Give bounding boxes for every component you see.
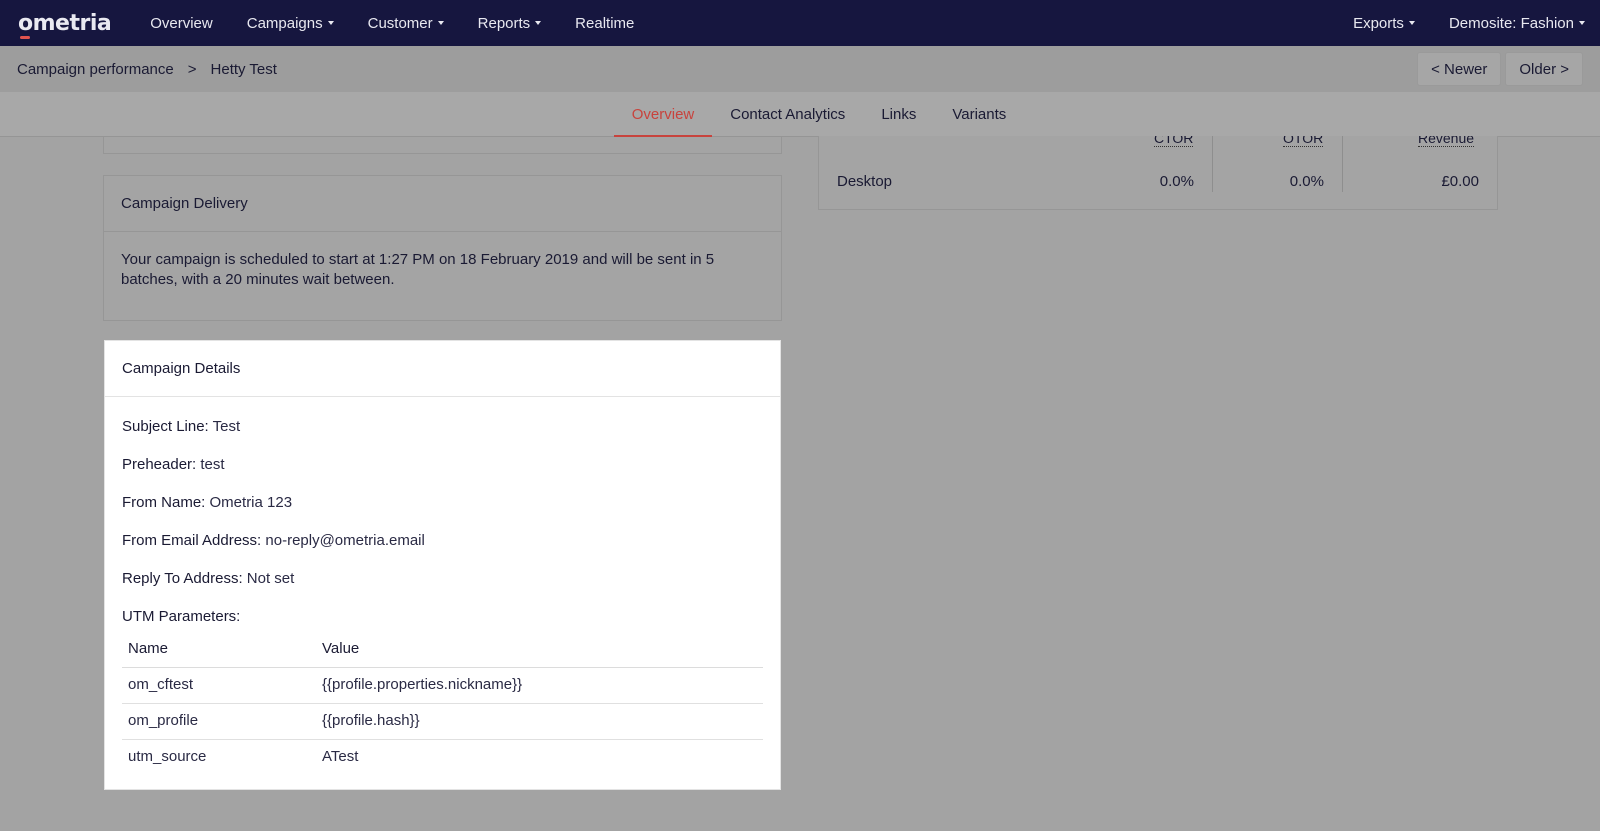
nav-exports-label: Exports [1353, 14, 1404, 32]
field-value: Test [212, 418, 241, 435]
panel-title: Campaign Details [105, 341, 780, 397]
subject-line-field: Subject Line: Test [122, 417, 763, 437]
utm-parameters-label: UTM Parameters: [122, 608, 241, 625]
older-button[interactable]: Older > [1505, 52, 1583, 86]
breadcrumb-parent-link[interactable]: Campaign performance [17, 61, 174, 78]
campaign-details-panel: Campaign Details Subject Line: Test Preh… [104, 340, 781, 790]
caret-down-icon [437, 21, 444, 25]
details-body: Subject Line: Test Preheader: test From … [105, 397, 780, 793]
panel-title: Campaign Delivery [104, 176, 781, 232]
ometria-logo[interactable]: ometria [18, 10, 112, 39]
from-name-field: From Name: Ometria 123 [122, 493, 763, 513]
utm-value: {{profile.properties.nickname}} [316, 667, 763, 704]
nav-campaigns[interactable]: Campaigns [230, 0, 351, 46]
logo-text: ometria [18, 10, 112, 36]
delivery-text: Your campaign is scheduled to start at 1… [121, 251, 715, 288]
utm-value: {{profile.hash}} [316, 703, 763, 740]
column-header-value: Value [316, 635, 763, 668]
field-value: test [200, 456, 225, 473]
breadcrumb-current: Hetty Test [210, 60, 277, 78]
logo-accent-mark [20, 35, 30, 39]
reply-to-field: Reply To Address: Not set [122, 569, 763, 589]
nav-customer[interactable]: Customer [351, 0, 461, 46]
caret-down-icon [535, 21, 542, 25]
utm-name: utm_source [128, 748, 207, 765]
nav-realtime[interactable]: Realtime [558, 0, 651, 46]
table-header-row: Name Value [122, 635, 763, 668]
column-divider [1212, 136, 1213, 192]
tab-variants[interactable]: Variants [934, 92, 1024, 136]
campaign-delivery-panel: Campaign Delivery Your campaign is sched… [103, 175, 782, 321]
stat-header-revenue: Revenue [1418, 136, 1475, 147]
nav-realtime-label: Realtime [575, 14, 635, 32]
utm-name: om_profile [122, 703, 316, 740]
utm-name: om_cftest [122, 667, 316, 704]
breadcrumb-separator: > [187, 60, 197, 78]
previous-panel-fragment [103, 137, 782, 154]
from-email-field: From Email Address: no-reply@ometria.ema… [122, 531, 763, 551]
utm-value: ATest [322, 748, 359, 765]
tab-overview[interactable]: Overview [613, 92, 713, 137]
field-label: Reply To Address: [122, 570, 243, 587]
field-label: Subject Line: [122, 418, 209, 435]
stat-otor-value: 0.0% [1289, 173, 1324, 190]
field-label: From Email Address: [122, 532, 262, 549]
column-header-name: Name [122, 635, 316, 668]
site-selector-label: Demosite: Fashion [1448, 14, 1574, 32]
site-selector[interactable]: Demosite: Fashion [1432, 0, 1585, 46]
nav-overview[interactable]: Overview [133, 0, 230, 46]
nav-right-group: Exports Demosite: Fashion [1336, 0, 1585, 46]
stat-header-ctor: CTOR [1154, 136, 1194, 147]
newer-button[interactable]: < Newer [1417, 52, 1502, 86]
preheader-field: Preheader: test [122, 455, 763, 475]
stat-ctor-value: 0.0% [1159, 173, 1194, 190]
field-label: Preheader: [122, 456, 197, 473]
stat-revenue-value: £0.00 [1441, 173, 1479, 190]
nav-campaigns-label: Campaigns [246, 14, 323, 32]
field-value: no-reply@ometria.email [265, 532, 425, 549]
nav-customer-label: Customer [367, 14, 433, 32]
table-row: utm_source ATest [122, 740, 763, 776]
stat-row-label: Desktop [837, 173, 893, 190]
nav-overview-label: Overview [150, 14, 213, 32]
nav-reports[interactable]: Reports [461, 0, 559, 46]
utm-table: Name Value om_cftest {{profile.propertie… [122, 635, 763, 775]
field-value: Ometria 123 [209, 494, 293, 511]
caret-down-icon [1579, 21, 1585, 25]
table-row: om_profile {{profile.hash}} [122, 703, 763, 740]
nav-reports-label: Reports [477, 14, 531, 32]
device-stats-panel: CTOR OTOR Revenue Desktop 0.0% 0.0% £0.0… [818, 136, 1498, 210]
column-divider [1342, 136, 1343, 192]
field-label: From Name: [122, 494, 206, 511]
stat-header-otor: OTOR [1283, 136, 1324, 147]
tab-links[interactable]: Links [863, 92, 934, 136]
caret-down-icon [327, 21, 334, 25]
nav-exports[interactable]: Exports [1336, 0, 1432, 46]
pager: < Newer Older > [1417, 52, 1583, 86]
tab-contact-analytics[interactable]: Contact Analytics [712, 92, 863, 136]
caret-down-icon [1408, 21, 1415, 25]
top-navbar: ometria Overview Campaigns Customer Repo… [0, 0, 1600, 46]
tabs-bar: Overview Contact Analytics Links Variant… [0, 92, 1600, 137]
table-row: om_cftest {{profile.properties.nickname}… [122, 667, 763, 704]
breadcrumb: Campaign performance > Hetty Test < Newe… [0, 46, 1600, 92]
field-value: Not set [246, 570, 295, 587]
